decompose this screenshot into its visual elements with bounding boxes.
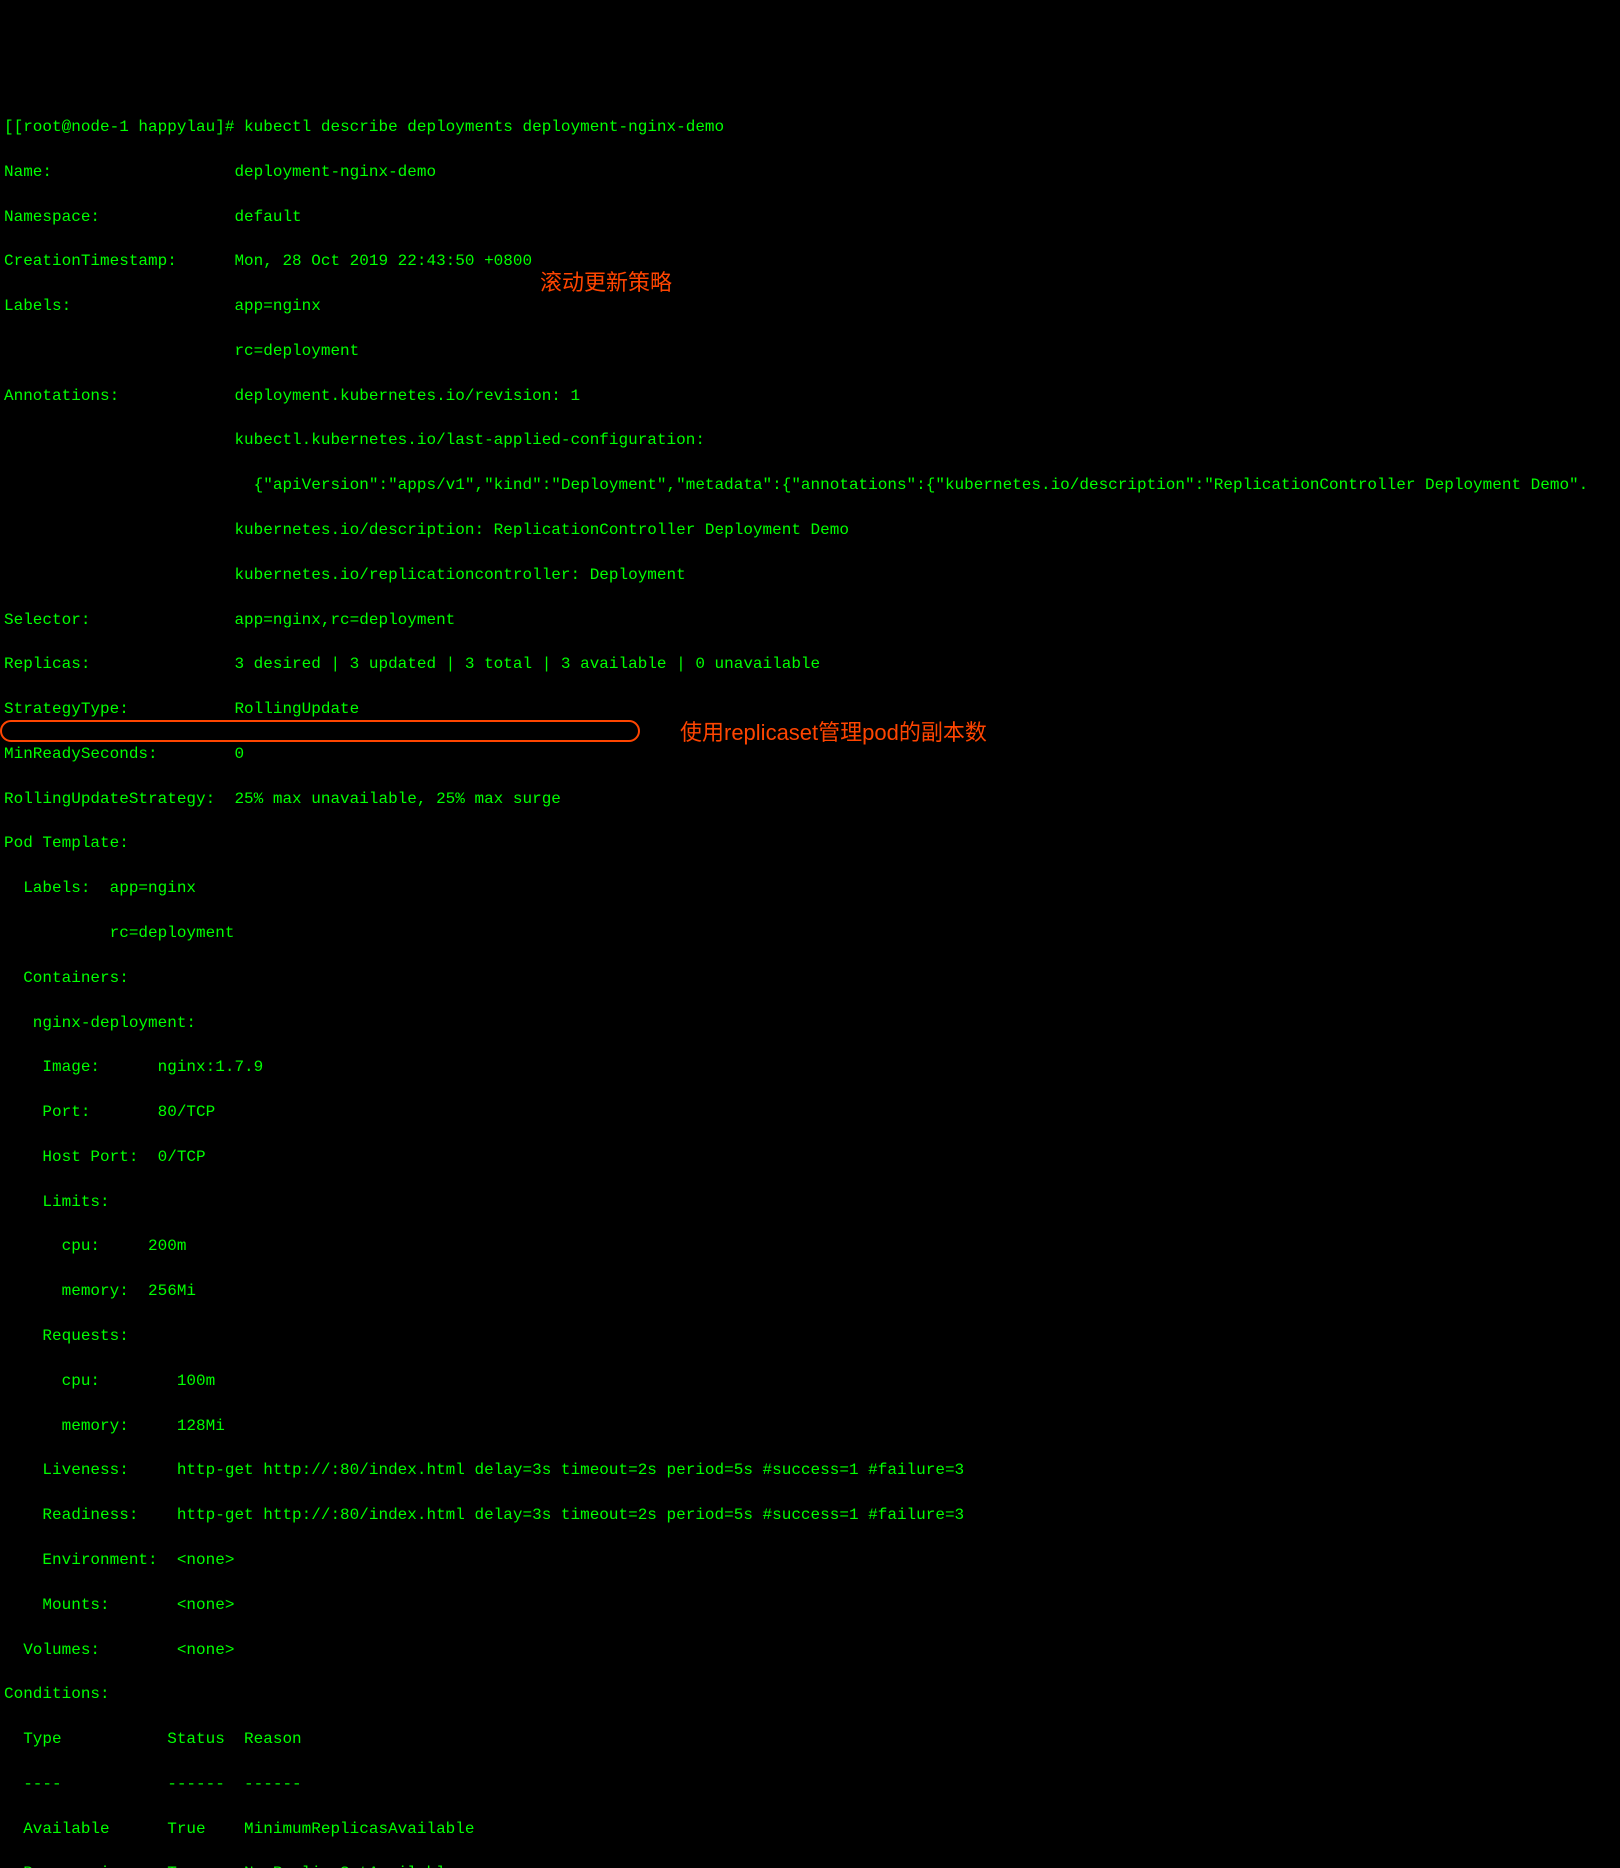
command-text: kubectl describe deployments deployment-… [244, 118, 724, 136]
output-line: Available True MinimumReplicasAvailable [4, 1818, 1616, 1840]
output-line: Containers: [4, 967, 1616, 989]
output-line: Selector: app=nginx,rc=deployment [4, 609, 1616, 631]
output-line: memory: 128Mi [4, 1415, 1616, 1437]
output-line: Requests: [4, 1325, 1616, 1347]
output-line: Readiness: http-get http://:80/index.htm… [4, 1504, 1616, 1526]
output-line: Pod Template: [4, 832, 1616, 854]
output-line: Namespace: default [4, 206, 1616, 228]
output-line: {"apiVersion":"apps/v1","kind":"Deployme… [4, 474, 1616, 496]
output-line: Labels: app=nginx [4, 295, 1616, 317]
output-line: kubernetes.io/replicationcontroller: Dep… [4, 564, 1616, 586]
annotation-replicaset: 使用replicaset管理pod的副本数 [680, 718, 987, 749]
output-line: Mounts: <none> [4, 1594, 1616, 1616]
output-line: RollingUpdateStrategy: 25% max unavailab… [4, 788, 1616, 810]
output-line: Name: deployment-nginx-demo [4, 161, 1616, 183]
output-line: Labels: app=nginx [4, 877, 1616, 899]
output-line: Limits: [4, 1191, 1616, 1213]
output-line: CreationTimestamp: Mon, 28 Oct 2019 22:4… [4, 250, 1616, 272]
output-line: Conditions: [4, 1683, 1616, 1705]
output-line: nginx-deployment: [4, 1012, 1616, 1034]
output-line: rc=deployment [4, 922, 1616, 944]
output-line: memory: 256Mi [4, 1280, 1616, 1302]
output-line: Annotations: deployment.kubernetes.io/re… [4, 385, 1616, 407]
output-line: kubectl.kubernetes.io/last-applied-confi… [4, 429, 1616, 451]
output-line: Type Status Reason [4, 1728, 1616, 1750]
output-line: Liveness: http-get http://:80/index.html… [4, 1459, 1616, 1481]
output-line: Replicas: 3 desired | 3 updated | 3 tota… [4, 653, 1616, 675]
terminal-output[interactable]: [[root@node-1 happylau]# kubectl describ… [4, 94, 1616, 1868]
output-line: kubernetes.io/description: ReplicationCo… [4, 519, 1616, 541]
output-line: Volumes: <none> [4, 1639, 1616, 1661]
output-line: Progressing True NewReplicaSetAvailable [4, 1862, 1616, 1868]
output-line: cpu: 200m [4, 1235, 1616, 1257]
output-line: ---- ------ ------ [4, 1773, 1616, 1795]
output-line: rc=deployment [4, 340, 1616, 362]
output-line: Image: nginx:1.7.9 [4, 1056, 1616, 1078]
output-line: Port: 80/TCP [4, 1101, 1616, 1123]
output-line: cpu: 100m [4, 1370, 1616, 1392]
command-line: [[root@node-1 happylau]# kubectl describ… [4, 116, 1616, 138]
output-line: Environment: <none> [4, 1549, 1616, 1571]
output-line: Host Port: 0/TCP [4, 1146, 1616, 1168]
annotation-rolling-strategy: 滚动更新策略 [540, 268, 672, 299]
prompt: [[root@node-1 happylau]# [4, 118, 244, 136]
